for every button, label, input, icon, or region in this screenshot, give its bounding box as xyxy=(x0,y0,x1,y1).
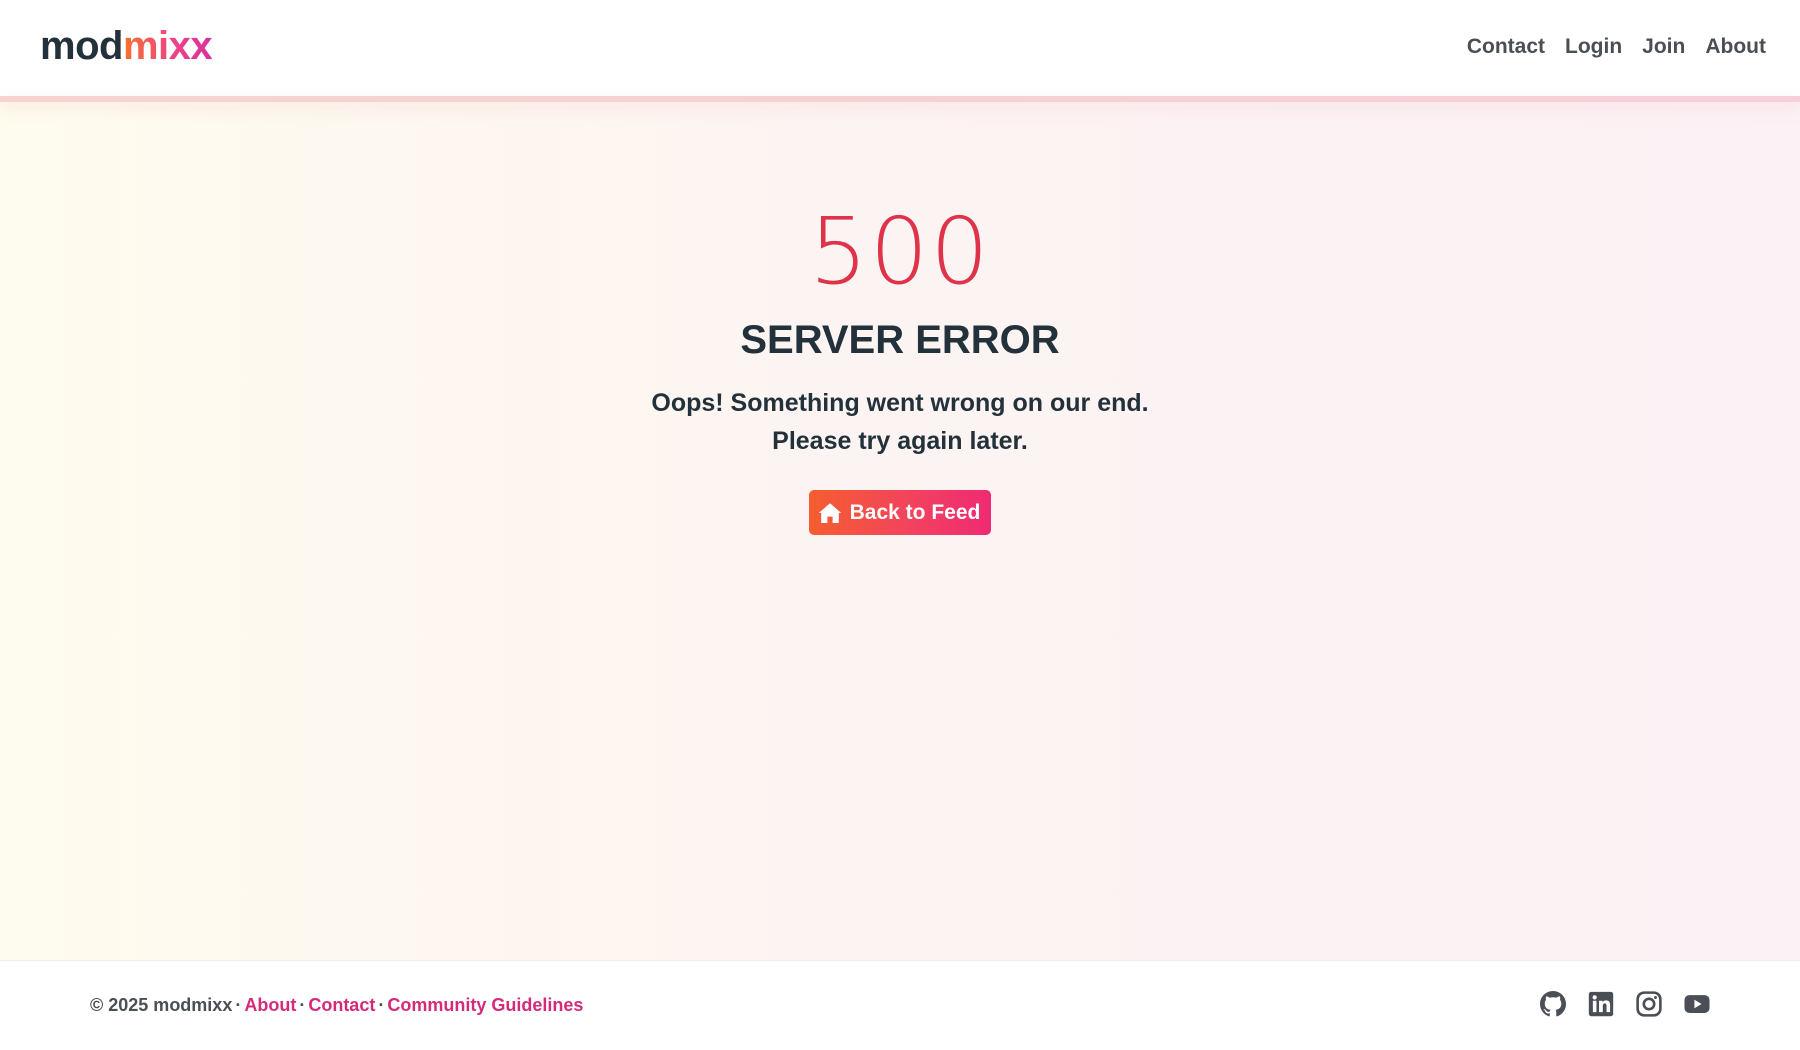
footer-link-about[interactable]: About xyxy=(244,995,296,1015)
main-nav: Contact Login Join About xyxy=(1457,33,1776,61)
footer-separator: · xyxy=(299,995,306,1015)
error-code: 500 xyxy=(809,198,991,305)
error-title: SERVER ERROR xyxy=(740,318,1060,362)
footer-copyright: © 2025 modmixx xyxy=(90,995,233,1015)
error-message-line-2: Please try again later. xyxy=(772,427,1028,455)
error-message-line-1: Oops! Something went wrong on our end. xyxy=(651,389,1149,417)
logo-text-mixx: mixx xyxy=(122,24,213,68)
linkedin-icon[interactable] xyxy=(1588,991,1614,1017)
logo-text-mod: mod xyxy=(40,24,123,68)
footer-separator: · xyxy=(235,995,242,1015)
nav-link-about[interactable]: About xyxy=(1695,33,1776,61)
youtube-icon[interactable] xyxy=(1684,991,1710,1017)
footer-link-contact[interactable]: Contact xyxy=(308,995,375,1015)
footer-link-community-guidelines[interactable]: Community Guidelines xyxy=(387,995,583,1015)
footer-links: © 2025 modmixx · About · Contact · Community G… xyxy=(90,993,583,1017)
site-footer: © 2025 modmixx · About · Contact · Community G… xyxy=(0,960,1800,1050)
home-icon xyxy=(818,502,841,523)
nav-link-join[interactable]: Join xyxy=(1632,33,1695,61)
error-section: 500 SERVER ERROR Oops! Something went wr… xyxy=(0,102,1800,960)
nav-link-contact[interactable]: Contact xyxy=(1457,33,1555,61)
logo[interactable]: modmixx xyxy=(40,22,213,70)
github-icon[interactable] xyxy=(1540,991,1566,1017)
site-header: modmixx Contact Login Join About xyxy=(0,0,1800,102)
instagram-icon[interactable] xyxy=(1636,991,1662,1017)
error-message: Oops! Something went wrong on our end. P… xyxy=(0,384,1800,460)
footer-separator: · xyxy=(378,995,385,1015)
back-to-feed-label: Back to Feed xyxy=(849,500,981,524)
social-links xyxy=(1540,991,1710,1017)
nav-link-login[interactable]: Login xyxy=(1555,33,1632,61)
back-to-feed-button[interactable]: Back to Feed xyxy=(809,490,991,535)
